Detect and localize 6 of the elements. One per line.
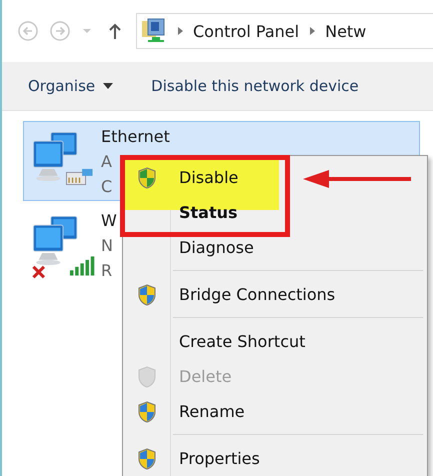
connection-detail: R: [101, 260, 114, 282]
connection-detail: A: [101, 151, 113, 173]
connection-detail: N: [101, 235, 114, 257]
connection-name: W: [101, 210, 117, 232]
connection-detail: C: [101, 176, 114, 198]
connection-name: Ethernet: [101, 126, 170, 148]
